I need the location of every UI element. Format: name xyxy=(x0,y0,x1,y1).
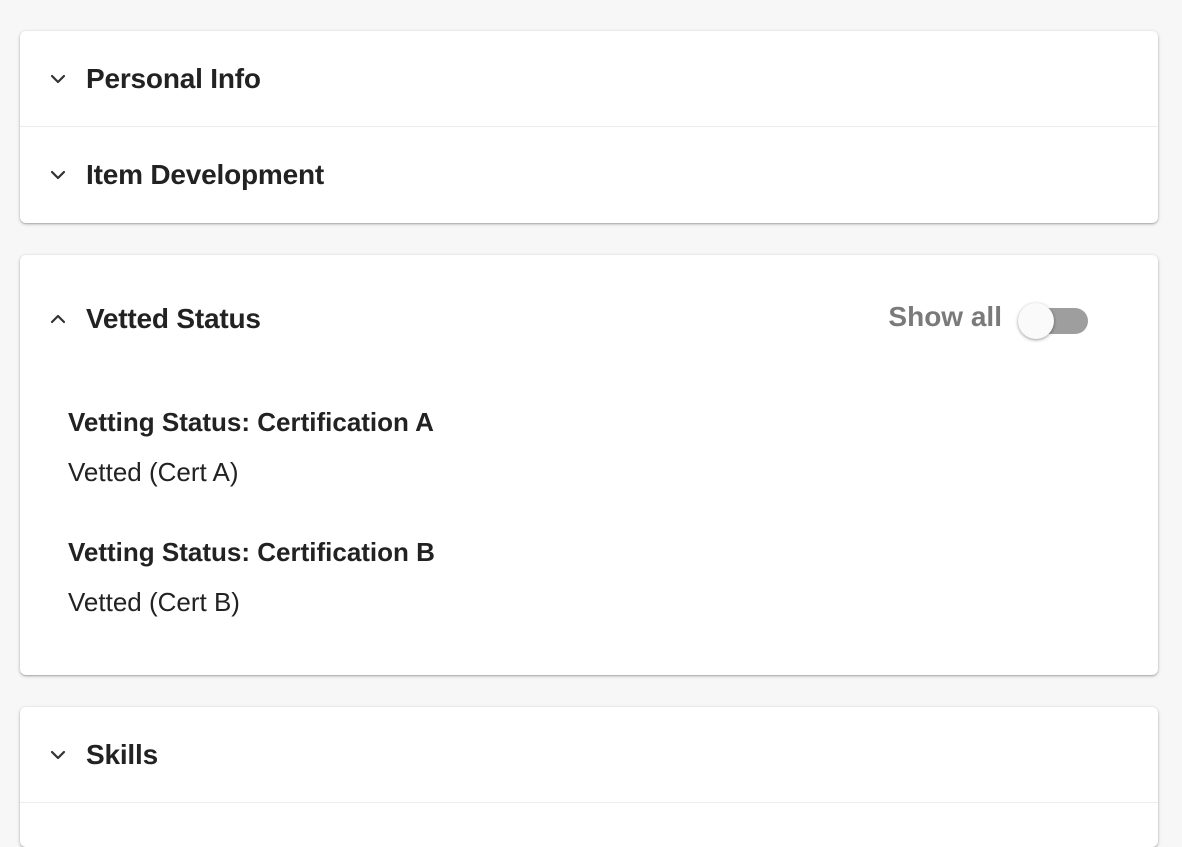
accordion-header-item-development[interactable]: Item Development xyxy=(20,127,1158,223)
show-all-toggle[interactable] xyxy=(1018,303,1090,339)
show-all-label: Show all xyxy=(888,301,1002,332)
chevron-down-icon xyxy=(50,747,66,763)
chevron-down-icon xyxy=(50,167,66,183)
chevron-down-icon xyxy=(50,71,66,87)
field-value-certification-a: Vetted (Cert A) xyxy=(68,457,239,487)
divider xyxy=(20,802,1158,803)
accordion-group-skills: Skills xyxy=(20,707,1158,847)
section-title-vetted-status: Vetted Status xyxy=(86,303,261,334)
accordion-vetted-status: Vetted Status Show all Vetting Status: C… xyxy=(20,255,1158,675)
section-title-item-development: Item Development xyxy=(86,159,324,190)
section-title-skills: Skills xyxy=(86,739,158,770)
section-title-personal-info: Personal Info xyxy=(86,63,261,94)
field-label-certification-a: Vetting Status: Certification A xyxy=(68,407,434,437)
field-value-certification-b: Vetted (Cert B) xyxy=(68,587,240,617)
chevron-up-icon xyxy=(50,311,66,327)
field-label-certification-b: Vetting Status: Certification B xyxy=(68,537,435,567)
accordion-header-skills[interactable]: Skills xyxy=(20,707,1158,803)
accordion-group-profile: Personal Info Item Development xyxy=(20,31,1158,223)
toggle-thumb xyxy=(1018,303,1054,339)
accordion-header-personal-info[interactable]: Personal Info xyxy=(20,31,1158,127)
